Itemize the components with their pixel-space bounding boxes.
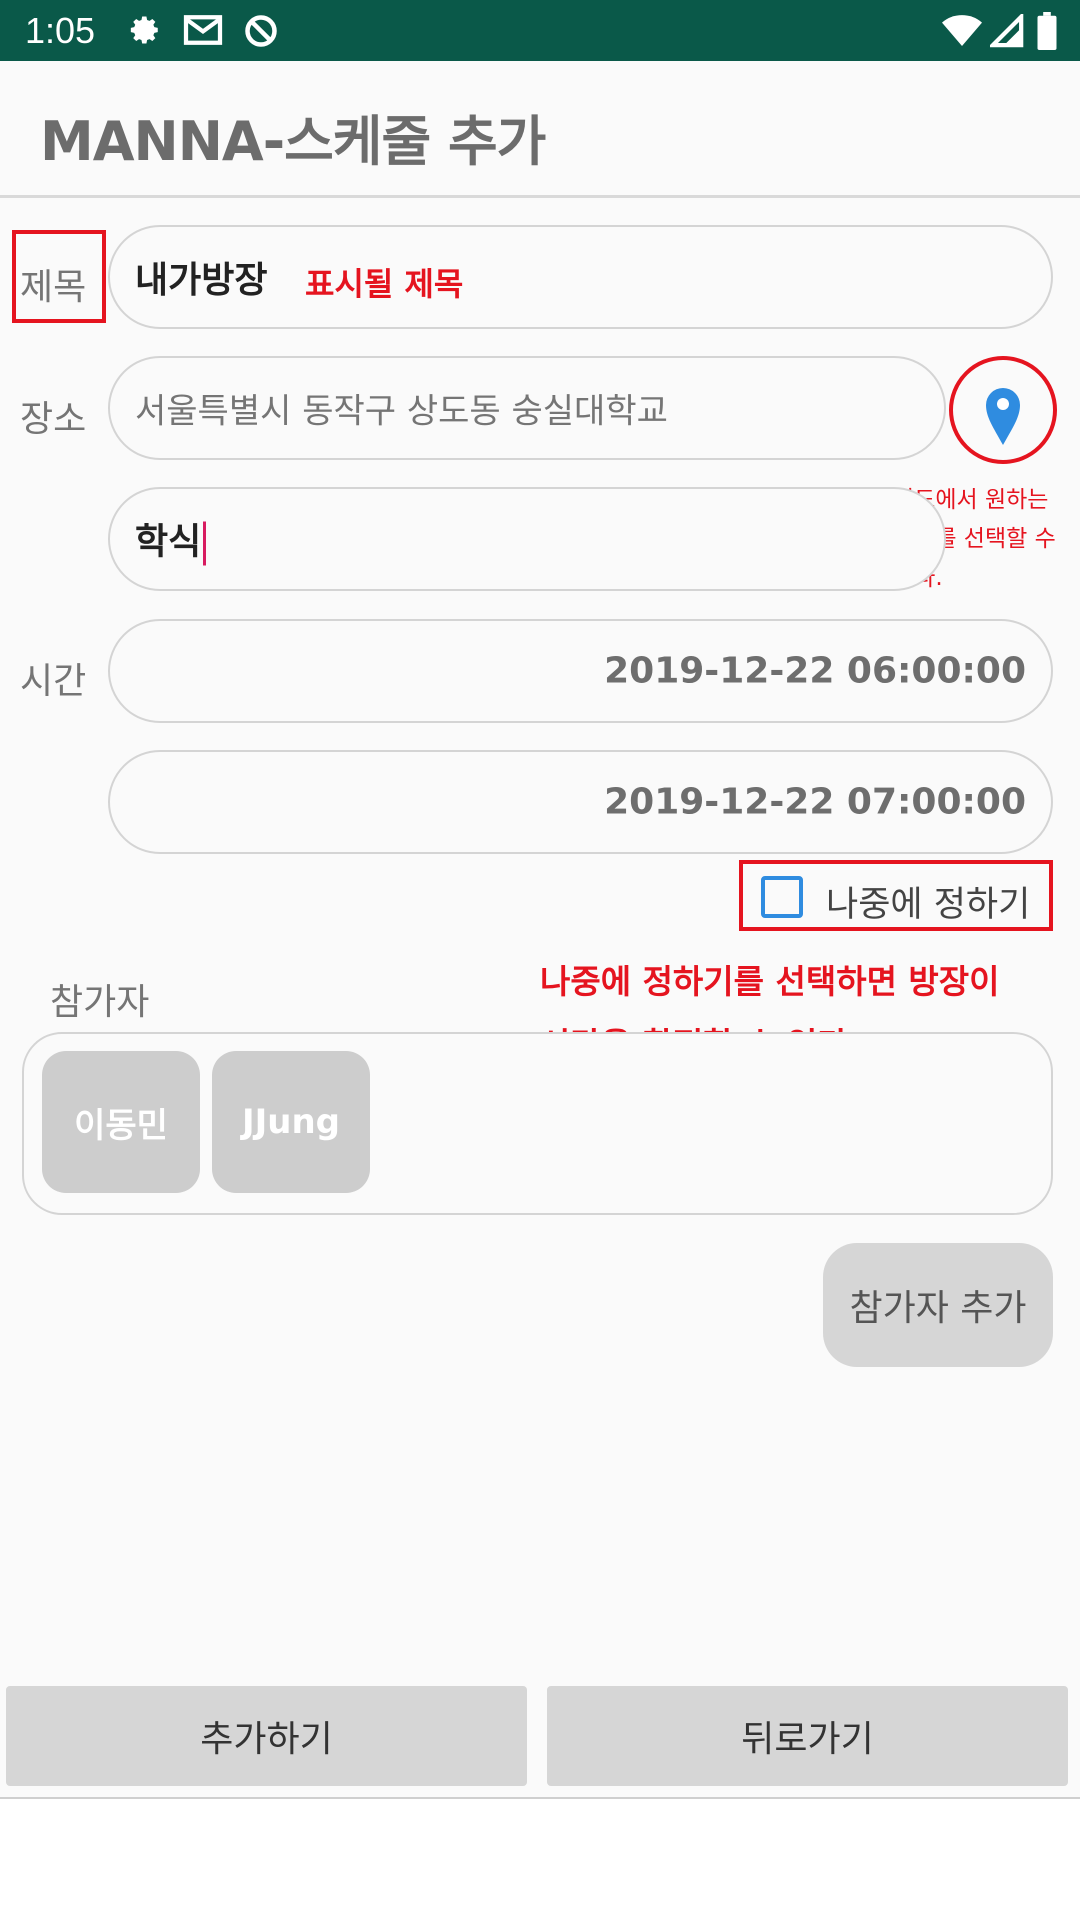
battery-icon bbox=[1037, 12, 1057, 50]
navigation-area bbox=[0, 1797, 1080, 1922]
status-bar: 1:05 bbox=[0, 0, 1080, 61]
place-detail-value: 학식 bbox=[135, 513, 207, 566]
decide-later-checkbox[interactable] bbox=[761, 876, 803, 918]
page-title: MANNA-스케줄 추가 bbox=[40, 110, 546, 173]
back-button[interactable]: 뒤로가기 bbox=[547, 1686, 1068, 1786]
title-input[interactable]: 내가방장 표시될 제목 bbox=[108, 225, 1053, 329]
end-time-value: 2019-12-22 07:00:00 bbox=[604, 781, 1026, 823]
add-participant-button[interactable]: 참가자 추가 bbox=[823, 1243, 1053, 1367]
place-label: 장소 bbox=[20, 399, 87, 440]
participant-chip[interactable]: 이동민 bbox=[42, 1051, 200, 1193]
end-time-input[interactable]: 2019-12-22 07:00:00 bbox=[108, 750, 1053, 854]
wifi-icon bbox=[942, 15, 982, 46]
start-time-input[interactable]: 2019-12-22 06:00:00 bbox=[108, 619, 1053, 723]
sync-off-icon bbox=[245, 15, 277, 47]
decide-annotation-line: 나중에 정하기를 선택하면 방장이 bbox=[540, 962, 1000, 1001]
place-input[interactable]: 서울특별시 동작구 상도동 숭실대학교 bbox=[108, 356, 946, 460]
participants-label: 참가자 bbox=[50, 982, 150, 1023]
status-time: 1:05 bbox=[25, 10, 96, 51]
app-bar: MANNA-스케줄 추가 bbox=[0, 61, 1080, 198]
participant-chip[interactable]: JJung bbox=[212, 1051, 370, 1193]
title-annotation: 표시될 제목 bbox=[305, 265, 464, 303]
place-input-value: 서울특별시 동작구 상도동 숭실대학교 bbox=[135, 391, 668, 432]
time-label: 시간 bbox=[20, 661, 87, 702]
participants-box: 이동민 JJung bbox=[22, 1032, 1053, 1215]
place-detail-input[interactable]: 학식 bbox=[108, 487, 946, 591]
gear-icon bbox=[130, 16, 158, 44]
add-button[interactable]: 추가하기 bbox=[6, 1686, 527, 1786]
text-cursor bbox=[203, 521, 207, 566]
decide-later-label[interactable]: 나중에 정하기 bbox=[826, 876, 1030, 927]
mail-icon bbox=[183, 15, 223, 45]
map-pin-button[interactable] bbox=[948, 355, 1058, 465]
start-time-value: 2019-12-22 06:00:00 bbox=[604, 650, 1026, 692]
title-label-highlight bbox=[12, 230, 106, 323]
title-input-value: 내가방장 bbox=[135, 260, 268, 301]
signal-icon bbox=[990, 14, 1024, 48]
